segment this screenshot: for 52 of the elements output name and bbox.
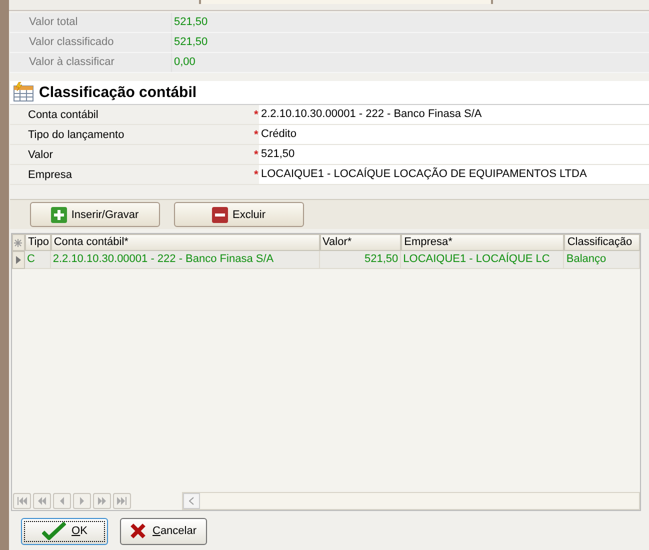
minus-icon [212, 206, 228, 223]
required-mark: * [254, 128, 258, 141]
nav-button[interactable] [113, 492, 131, 509]
field-label: Tipo do lançamento [27, 128, 126, 141]
input-field[interactable]: 521,50 [259, 145, 649, 164]
table-cell: Balanço [564, 251, 640, 270]
right-arrow-icon [77, 496, 87, 505]
required-mark: * [254, 108, 258, 121]
input-field[interactable]: 2.2.10.10.30.00001 - 222 - Banco Finasa S/A [259, 105, 649, 124]
field-label: Empresa [27, 168, 74, 181]
row-pointer-icon [16, 256, 21, 264]
ok-button[interactable]: OK [21, 518, 108, 545]
input-field[interactable]: LOCAIQUE1 - LOCAÍQUE LOCAÇÃO DE EQUIPAMENTOS LTDA [259, 165, 649, 184]
summary-value: 521,50 [173, 16, 208, 28]
nav-button[interactable] [33, 492, 51, 509]
plus-icon [51, 206, 68, 223]
summary-label: Valor classificado [10, 32, 172, 52]
nav-button[interactable] [73, 492, 91, 509]
field-label: Conta contábil [27, 108, 100, 121]
x-icon [130, 523, 146, 540]
left-chevron-icon [189, 496, 194, 505]
section-title: Classificação contábil [39, 84, 197, 101]
asterisk-icon [14, 238, 22, 247]
left-arrow-icon [37, 496, 47, 505]
column-header[interactable]: Classificação [564, 234, 640, 252]
summary-label: Valor total [10, 12, 172, 32]
nav-button[interactable] [93, 492, 111, 509]
nav-button[interactable] [53, 492, 71, 509]
table-cell: C [24, 251, 51, 270]
scroll-left-button[interactable] [183, 492, 200, 509]
table-cell: 521,50 [320, 251, 402, 270]
nav-button[interactable] [13, 492, 31, 509]
left-arrow-icon [17, 496, 27, 505]
required-mark: * [254, 148, 258, 161]
column-header[interactable]: Tipo [24, 234, 51, 252]
table-cell: LOCAIQUE1 - LOCAÍQUE LC [401, 251, 564, 270]
table-cell: 2.2.10.10.30.00001 - 222 - Banco Finasa S/A [50, 251, 320, 270]
summary-value: 0,00 [173, 56, 196, 68]
checkmark-icon [42, 522, 66, 540]
summary-value: 521,50 [173, 36, 208, 48]
right-arrow-icon [117, 496, 127, 505]
required-mark: * [254, 168, 258, 181]
input-field[interactable]: Crédito [259, 125, 649, 144]
cancel-button[interactable]: Cancelar [120, 518, 207, 545]
summary-label: Valor à classificar [10, 52, 172, 72]
insert-button[interactable]: Inserir/Gravar [30, 202, 160, 228]
delete-button[interactable]: Excluir [174, 202, 304, 228]
column-header[interactable]: Valor* [320, 234, 402, 252]
column-header[interactable]: Conta contábil* [50, 234, 320, 252]
right-arrow-icon [97, 496, 107, 505]
field-label: Valor [27, 148, 54, 161]
column-header[interactable]: Empresa* [401, 234, 564, 252]
